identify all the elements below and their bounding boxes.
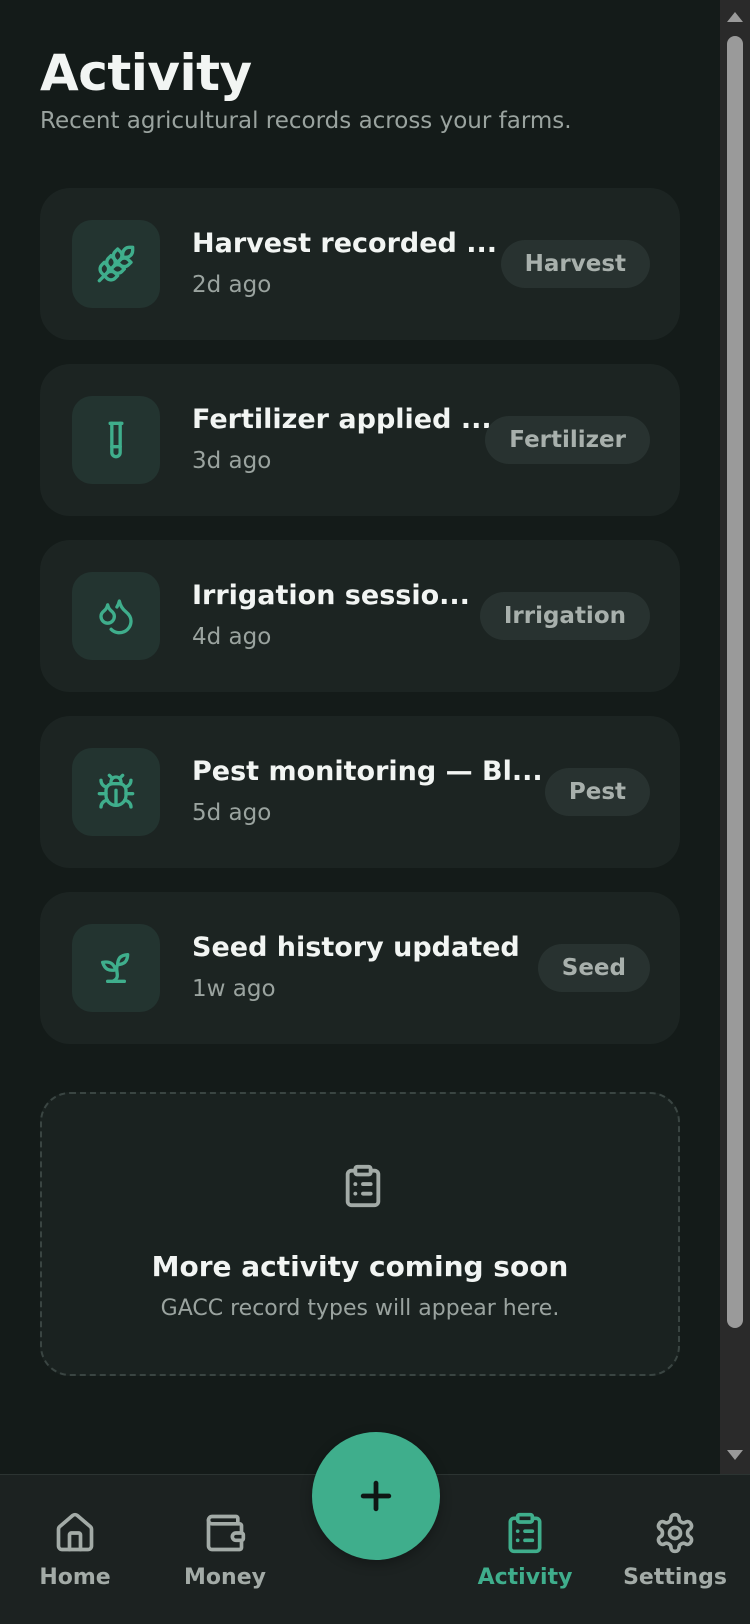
category-badge: Seed xyxy=(537,944,650,992)
scroll-down-arrow[interactable] xyxy=(727,1450,743,1460)
nav-label: Money xyxy=(184,1565,266,1590)
category-badge: Pest xyxy=(544,768,650,816)
wheat-icon xyxy=(72,220,160,308)
activity-time: 4d ago xyxy=(192,624,272,650)
scrollbar[interactable] xyxy=(720,0,750,1474)
activity-card-fertilizer[interactable]: Fertilizer applied ... 3d ago Fertilizer xyxy=(40,364,680,516)
nav-label: Home xyxy=(39,1565,111,1590)
activity-title: Fertilizer applied ... xyxy=(192,404,492,435)
activity-title: Pest monitoring — Bl... xyxy=(192,756,543,787)
nav-money[interactable]: Money xyxy=(150,1511,300,1590)
add-record-button[interactable] xyxy=(312,1432,440,1560)
test-tube-icon xyxy=(72,396,160,484)
activity-title: Harvest recorded ... xyxy=(192,228,498,259)
nav-settings[interactable]: Settings xyxy=(600,1511,750,1590)
activity-time: 5d ago xyxy=(192,800,272,826)
bug-icon xyxy=(72,748,160,836)
home-icon xyxy=(56,1512,94,1552)
activity-time: 1w ago xyxy=(192,976,276,1002)
clipboard-list-icon xyxy=(508,1512,542,1554)
activity-card-irrigation[interactable]: Irrigation sessio... 4d ago Irrigation xyxy=(40,540,680,692)
category-badge: Harvest xyxy=(500,240,650,288)
sprout-icon xyxy=(72,924,160,1012)
nav-label: Settings xyxy=(623,1565,727,1590)
page-title: Activity xyxy=(40,44,252,102)
activity-title: Irrigation sessio... xyxy=(192,580,470,611)
category-badge: Irrigation xyxy=(479,592,650,640)
droplets-icon xyxy=(72,572,160,660)
activity-card-seed[interactable]: Seed history updated 1w ago Seed xyxy=(40,892,680,1044)
empty-state-title: More activity coming soon xyxy=(151,1250,569,1283)
activity-card-harvest[interactable]: Harvest recorded ... 2d ago Harvest xyxy=(40,188,680,340)
clipboard-list-icon xyxy=(345,1164,381,1208)
gear-icon xyxy=(656,1512,694,1554)
activity-time: 2d ago xyxy=(192,272,272,298)
activity-page: Activity Recent agricultural records acr… xyxy=(0,0,720,1474)
coming-soon-panel: More activity coming soon GACC record ty… xyxy=(40,1092,680,1376)
nav-home[interactable]: Home xyxy=(0,1511,150,1590)
wallet-icon xyxy=(206,1514,246,1552)
page-subtitle: Recent agricultural records across your … xyxy=(40,108,572,134)
nav-activity[interactable]: Activity xyxy=(450,1511,600,1590)
scroll-thumb[interactable] xyxy=(727,36,743,1328)
category-badge: Fertilizer xyxy=(485,416,650,464)
activity-card-pest[interactable]: Pest monitoring — Bl... 5d ago Pest xyxy=(40,716,680,868)
scroll-up-arrow[interactable] xyxy=(727,12,743,22)
empty-state-subtitle: GACC record types will appear here. xyxy=(160,1296,560,1321)
activity-time: 3d ago xyxy=(192,448,272,474)
activity-title: Seed history updated xyxy=(192,932,520,963)
plus-icon xyxy=(360,1480,392,1512)
nav-label: Activity xyxy=(477,1565,573,1590)
